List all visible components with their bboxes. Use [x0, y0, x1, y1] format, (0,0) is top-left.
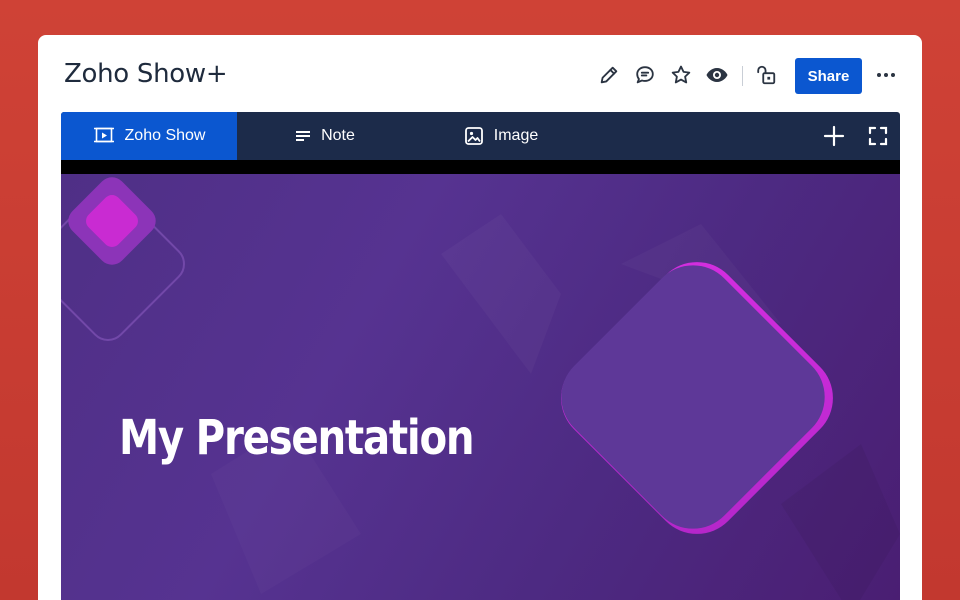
star-icon[interactable]: [669, 63, 693, 87]
tab-label: Note: [321, 127, 355, 144]
tab-image[interactable]: Image: [413, 112, 589, 160]
card-header: Zoho Show+ Share: [38, 35, 922, 112]
header-divider: [742, 66, 743, 86]
share-button[interactable]: Share: [795, 58, 862, 94]
presentation-icon: [93, 127, 115, 145]
tab-zoho-show[interactable]: Zoho Show: [61, 112, 237, 160]
tab-note[interactable]: Note: [237, 112, 413, 160]
pencil-icon[interactable]: [597, 63, 621, 87]
tab-label: Image: [493, 127, 539, 144]
slide-decoration: [61, 177, 900, 600]
embed-card: Zoho Show+ Share Zoho Show Note Image My…: [38, 35, 922, 600]
slide-top-strip: [61, 160, 900, 174]
plus-icon[interactable]: [822, 124, 846, 148]
fullscreen-icon[interactable]: [866, 124, 890, 148]
embed-toolbar: Zoho Show Note Image: [61, 112, 900, 160]
page-title: Zoho Show+: [64, 59, 228, 89]
slide-preview[interactable]: My Presentation: [61, 174, 900, 600]
tab-label: Zoho Show: [124, 127, 206, 144]
presentation-embed: Zoho Show Note Image My Presentation: [61, 112, 900, 600]
image-icon: [464, 126, 484, 146]
comment-icon[interactable]: [633, 63, 657, 87]
note-lines-icon: [295, 129, 311, 143]
eye-icon[interactable]: [705, 63, 729, 87]
unlock-icon[interactable]: [754, 63, 778, 87]
slide-title: My Presentation: [119, 410, 475, 466]
more-icon[interactable]: [874, 63, 898, 87]
